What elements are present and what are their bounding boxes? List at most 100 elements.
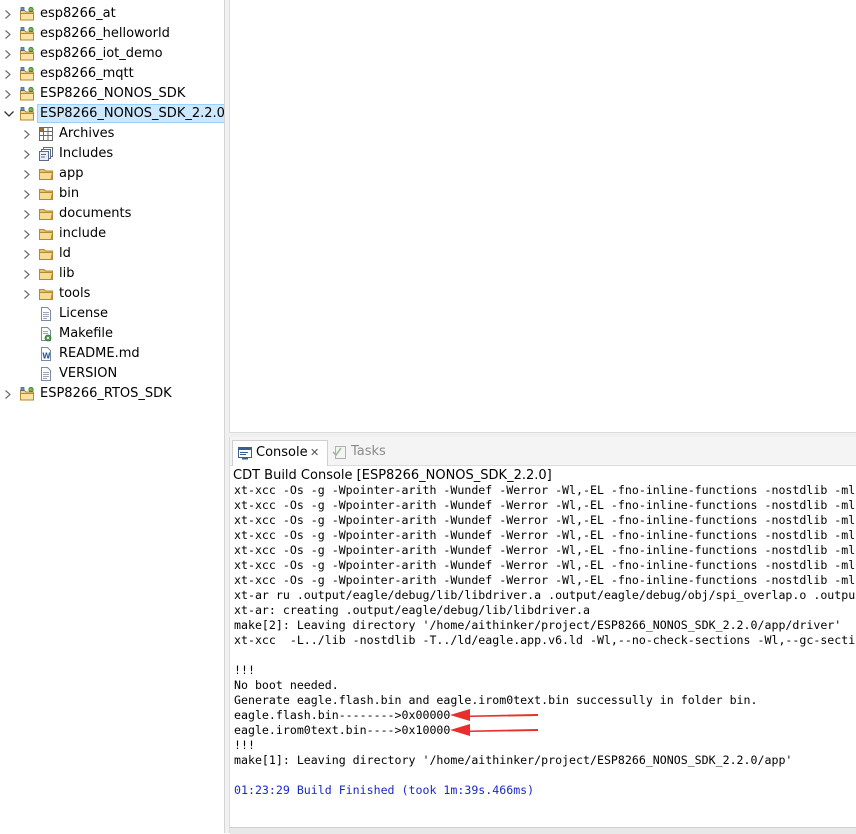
tree-item-label: esp8266_iot_demo — [40, 46, 163, 61]
chevron-right-icon[interactable] — [21, 184, 33, 204]
console-line: 01:23:29 Build Finished (took 1m:39s.466… — [234, 783, 535, 797]
console-line: xt-xcc -Os -g -Wpointer-arith -Wundef -W… — [234, 483, 856, 497]
console-line: xt-xcc -Os -g -Wpointer-arith -Wundef -W… — [234, 498, 856, 512]
console-line: eagle.flash.bin-------->0x00000 — [234, 708, 451, 722]
tree-item-label: esp8266_at — [40, 6, 116, 21]
project-folder-icon — [19, 386, 35, 402]
tree-item-label: Archives — [59, 126, 115, 141]
console-line: xt-xcc -L../lib -nostdlib -T../ld/eagle.… — [234, 633, 856, 647]
tree-item-readme-md[interactable]: W README.md — [0, 344, 224, 364]
file-icon — [38, 306, 54, 322]
file-icon — [38, 366, 54, 382]
tree-item-label: License — [59, 306, 109, 321]
tree-item-label: ESP8266_NONOS_SDK_2.2.0 — [37, 104, 224, 123]
chevron-right-icon[interactable] — [21, 204, 33, 224]
console-line: No boot needed. — [234, 678, 339, 692]
tree-item-tools[interactable]: tools — [0, 284, 224, 304]
tree-item-label: Makefile — [59, 326, 114, 341]
tree-item-includes[interactable]: Includes — [0, 144, 224, 164]
console-view: Console ✕ Tasks CDT Build Console [ESP82… — [229, 437, 856, 834]
console-icon — [237, 445, 253, 461]
chevron-right-icon[interactable] — [21, 144, 33, 164]
archives-icon — [38, 126, 54, 142]
console-tab-bar: Console ✕ Tasks — [230, 437, 856, 466]
tree-item-label: VERSION — [59, 366, 118, 381]
chevron-right-icon[interactable] — [21, 124, 33, 144]
console-line: xt-xcc -Os -g -Wpointer-arith -Wundef -W… — [234, 558, 856, 572]
project-folder-icon — [19, 46, 35, 62]
chevron-right-icon[interactable] — [21, 244, 33, 264]
console-line: xt-xcc -Os -g -Wpointer-arith -Wundef -W… — [234, 573, 856, 587]
tree-item-version[interactable]: VERSION — [0, 364, 224, 384]
chevron-down-icon[interactable] — [2, 104, 14, 124]
tree-item-archives[interactable]: Archives — [0, 124, 224, 144]
console-output[interactable]: xt-xcc -Os -g -Wpointer-arith -Wundef -W… — [234, 483, 856, 823]
folder-icon — [38, 186, 54, 202]
console-line: !!! — [234, 663, 255, 677]
svg-text:W: W — [42, 352, 51, 361]
tree-item-lib[interactable]: lib — [0, 264, 224, 284]
chevron-right-icon[interactable] — [21, 164, 33, 184]
makefile-icon — [38, 326, 54, 342]
tree-item-label: Includes — [59, 146, 114, 161]
chevron-right-icon[interactable] — [21, 264, 33, 284]
chevron-right-icon[interactable] — [2, 384, 14, 404]
project-folder-icon — [19, 86, 35, 102]
chevron-right-icon[interactable] — [2, 84, 14, 104]
folder-icon — [38, 246, 54, 262]
sidebar-divider[interactable] — [224, 0, 225, 833]
console-line: xt-xcc -Os -g -Wpointer-arith -Wundef -W… — [234, 513, 856, 527]
annotation-arrow-icon — [450, 724, 538, 736]
console-line: xt-xcc -Os -g -Wpointer-arith -Wundef -W… — [234, 543, 856, 557]
tree-item-documents[interactable]: documents — [0, 204, 224, 224]
project-explorer: esp8266_at esp8266_helloworld esp8266_iot_… — [0, 0, 224, 833]
tree-item-label: README.md — [59, 346, 140, 361]
tree-item-label: bin — [59, 186, 80, 201]
console-line: eagle.irom0text.bin---->0x10000 — [234, 723, 451, 737]
tree-item-esp8266-nonos-sdk[interactable]: ESP8266_NONOS_SDK — [0, 84, 224, 104]
tree-item-esp8266-helloworld[interactable]: esp8266_helloworld — [0, 24, 224, 44]
tree-item-bin[interactable]: bin — [0, 184, 224, 204]
chevron-right-icon[interactable] — [2, 64, 14, 84]
chevron-right-icon[interactable] — [2, 4, 14, 24]
tree-item-label: esp8266_mqtt — [40, 66, 134, 81]
console-line: !!! — [234, 738, 255, 752]
folder-icon — [38, 226, 54, 242]
tree-item-label: include — [59, 226, 107, 241]
tree-item-ld[interactable]: ld — [0, 244, 224, 264]
tree-item-label: esp8266_helloworld — [40, 26, 170, 41]
editor-area[interactable] — [229, 0, 856, 433]
tree-item-esp8266-nonos-sdk-2-2-0[interactable]: ESP8266_NONOS_SDK_2.2.0 — [0, 104, 224, 124]
tree-item-esp8266-mqtt[interactable]: esp8266_mqtt — [0, 64, 224, 84]
console-line: xt-ar: creating .output/eagle/debug/lib/… — [234, 603, 590, 617]
chevron-right-icon[interactable] — [21, 284, 33, 304]
tree-item-label: ESP8266_RTOS_SDK — [40, 386, 172, 401]
tasks-icon — [332, 444, 348, 460]
tree-item-esp8266-iot-demo[interactable]: esp8266_iot_demo — [0, 44, 224, 64]
folder-icon — [38, 286, 54, 302]
tree-item-label: ld — [59, 246, 71, 261]
tree-item-license[interactable]: License — [0, 304, 224, 324]
tab-console[interactable]: Console ✕ — [232, 440, 328, 466]
tree-item-label: documents — [59, 206, 132, 221]
project-folder-icon — [19, 66, 35, 82]
tree-item-makefile[interactable]: Makefile — [0, 324, 224, 344]
chevron-right-icon[interactable] — [21, 224, 33, 244]
tree-item-label: lib — [59, 266, 75, 281]
tree-item-label: ESP8266_NONOS_SDK — [40, 86, 186, 101]
chevron-right-icon[interactable] — [2, 44, 14, 64]
tree-item-esp8266-rtos-sdk[interactable]: ESP8266_RTOS_SDK — [0, 384, 224, 404]
tree-item-esp8266-at[interactable]: esp8266_at — [0, 4, 224, 24]
tab-tasks[interactable]: Tasks — [330, 440, 390, 464]
tab-tasks-label: Tasks — [351, 444, 386, 459]
close-icon[interactable]: ✕ — [310, 441, 319, 465]
chevron-right-icon[interactable] — [2, 24, 14, 44]
folder-icon — [38, 206, 54, 222]
tree-item-app[interactable]: app — [0, 164, 224, 184]
console-line: make[1]: Leaving directory '/home/aithin… — [234, 753, 793, 767]
tree-item-include[interactable]: include — [0, 224, 224, 244]
project-folder-icon — [19, 6, 35, 22]
includes-icon — [38, 146, 54, 162]
